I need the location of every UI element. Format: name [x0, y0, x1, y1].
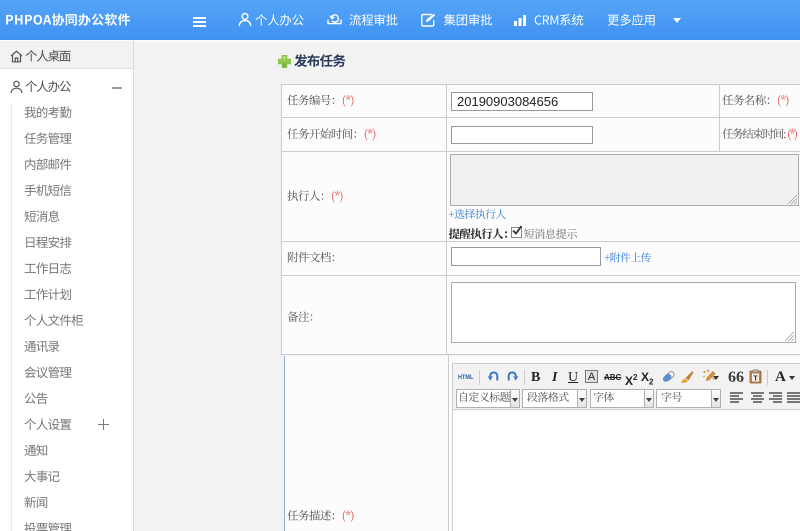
svg-text:T: T	[753, 374, 758, 383]
